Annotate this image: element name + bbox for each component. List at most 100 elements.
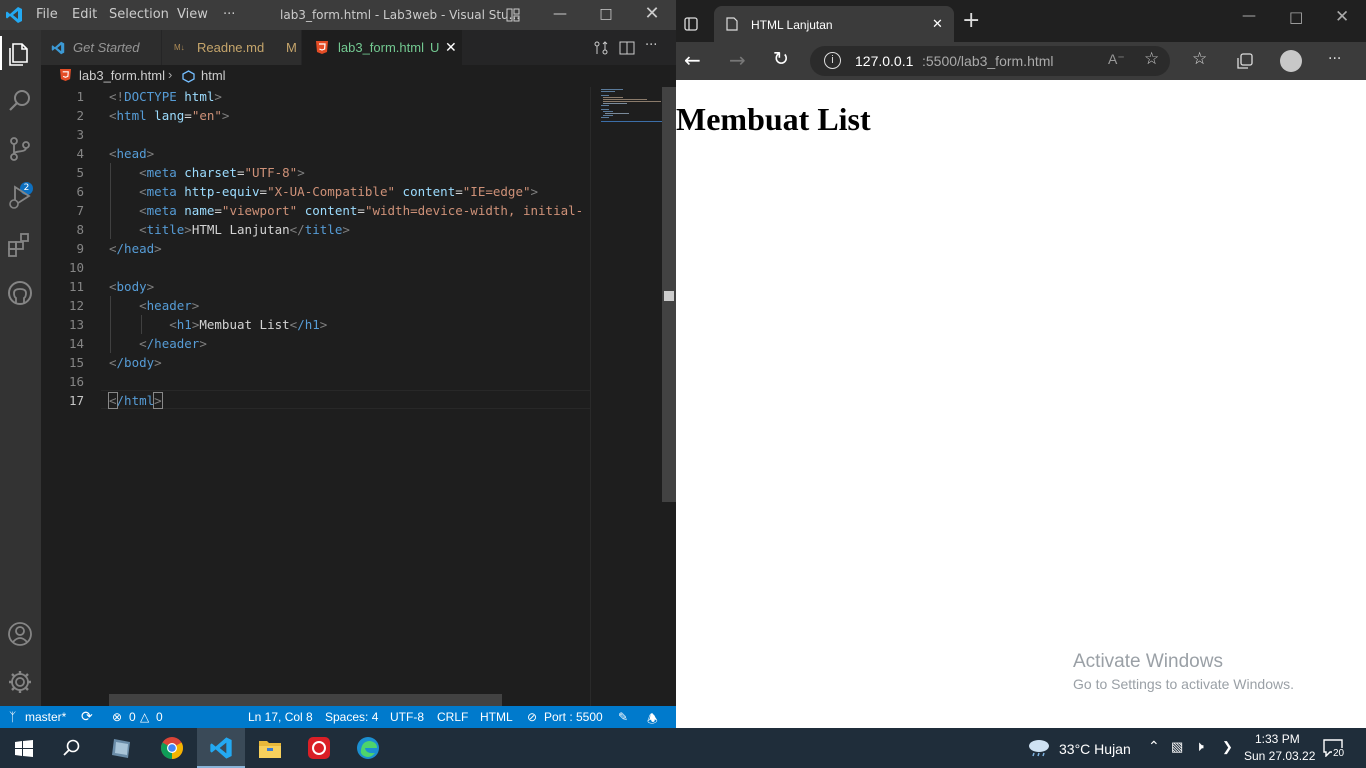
editor-tab-bar: Get Started M↓ Readne.md M lab3_form.htm…	[41, 30, 676, 65]
line-number: 1	[76, 89, 84, 104]
account-icon[interactable]	[5, 619, 35, 649]
run-debug-icon[interactable]	[5, 182, 35, 212]
status-encoding[interactable]: UTF-8	[390, 710, 424, 724]
hidden-icons-chevron-icon[interactable]: ⌃	[1148, 738, 1160, 755]
favorites-icon[interactable]: ☆	[1192, 49, 1207, 69]
weather-text[interactable]: 33°C Hujan	[1059, 741, 1131, 757]
code-token: meta	[146, 184, 177, 199]
tab-close-icon[interactable]: ✕	[445, 30, 457, 65]
tab-untracked-status: U	[430, 40, 440, 55]
code-token: "X-UA-Compatible"	[267, 184, 396, 199]
github-icon[interactable]	[5, 278, 35, 308]
layout-icon[interactable]	[506, 8, 520, 22]
site-info-icon[interactable]: i	[824, 52, 841, 69]
menu-file[interactable]: File	[36, 7, 58, 22]
wifi-icon[interactable]: ❯	[1222, 739, 1233, 755]
source-control-icon[interactable]	[5, 134, 35, 164]
horizontal-scrollbar[interactable]	[109, 694, 502, 706]
browser-minimize-button[interactable]: —	[1242, 8, 1256, 24]
read-aloud-icon[interactable]: A⁻	[1108, 51, 1125, 68]
warning-icon[interactable]: △	[140, 710, 149, 724]
clock-time[interactable]: 1:33 PM	[1255, 732, 1300, 746]
volume-icon[interactable]: 🕨	[1195, 738, 1204, 755]
sync-icon[interactable]: ⟳	[81, 708, 93, 725]
clock-date[interactable]: Sun 27.03.22	[1244, 749, 1315, 763]
page-heading: Membuat List	[676, 101, 871, 137]
code-token: DOCTYPE	[124, 89, 177, 104]
status-port[interactable]: Port : 5500	[544, 710, 603, 724]
code-token: html	[176, 89, 215, 104]
status-errors[interactable]: 0	[129, 710, 136, 724]
split-editor-icon[interactable]	[619, 40, 635, 56]
file-explorer-icon[interactable]	[258, 737, 282, 759]
back-button[interactable]: ←	[684, 48, 701, 72]
current-line-highlight	[101, 390, 590, 409]
profile-avatar[interactable]	[1280, 50, 1302, 72]
explorer-icon[interactable]	[5, 38, 35, 68]
tab-readme[interactable]: M↓ Readne.md M	[162, 30, 301, 65]
breadcrumb-file[interactable]: lab3_form.html	[79, 68, 165, 83]
minimap[interactable]	[590, 87, 663, 706]
line-number: 8	[76, 222, 84, 237]
tab-actions-icon[interactable]	[684, 17, 698, 31]
settings-more-icon[interactable]: ···	[1328, 51, 1341, 67]
network-icon[interactable]: ▧	[1171, 739, 1183, 755]
vscode-taskbar-button[interactable]	[197, 728, 245, 768]
code-token: "IE=edge"	[462, 184, 531, 199]
browser-maximize-button[interactable]: □	[1289, 8, 1303, 26]
code-line-17: </html>	[108, 392, 163, 409]
more-actions-icon[interactable]: ···	[645, 38, 657, 53]
collections-icon[interactable]	[1237, 53, 1253, 69]
browser-close-button[interactable]: ✕	[1335, 7, 1349, 27]
vertical-scrollbar[interactable]	[662, 87, 676, 706]
menu-edit[interactable]: Edit	[72, 7, 97, 22]
menu-more[interactable]: ···	[223, 7, 235, 22]
error-icon[interactable]: ⊗	[112, 710, 122, 724]
line-number: 15	[68, 355, 84, 370]
browser-tab[interactable]: HTML Lanjutan ✕	[714, 6, 954, 42]
tab-lab3-form[interactable]: lab3_form.html U ✕	[302, 30, 462, 65]
status-language[interactable]: HTML	[480, 710, 513, 724]
settings-gear-icon[interactable]	[5, 667, 35, 697]
extensions-icon[interactable]	[5, 230, 35, 260]
status-spaces[interactable]: Spaces: 4	[325, 710, 378, 724]
open-changes-icon[interactable]	[593, 40, 609, 56]
close-button[interactable]: ✕	[642, 3, 662, 24]
chrome-icon[interactable]	[160, 736, 184, 760]
branch-icon: ᛉ	[9, 710, 17, 724]
creative-cloud-icon[interactable]	[307, 736, 331, 760]
weather-rain-icon[interactable]	[1027, 738, 1051, 758]
breadcrumb-symbol[interactable]: html	[201, 68, 226, 83]
maximize-button[interactable]: □	[596, 6, 616, 22]
line-number: 6	[76, 184, 84, 199]
status-position[interactable]: Ln 17, Col 8	[248, 710, 313, 724]
add-favorite-icon[interactable]: ☆	[1144, 49, 1159, 69]
minimize-button[interactable]: —	[550, 6, 570, 22]
menu-selection[interactable]: Selection	[109, 7, 169, 22]
status-branch[interactable]: master*	[25, 710, 66, 724]
status-warnings[interactable]: 0	[156, 710, 163, 724]
code-token: charset	[184, 165, 237, 180]
browser-tab-close-icon[interactable]: ✕	[932, 16, 943, 32]
edge-browser-window: HTML Lanjutan ✕ + — □ ✕ ← → ↻ i 127.0.0.…	[676, 0, 1366, 728]
code-token: /head	[116, 241, 155, 256]
refresh-button[interactable]: ↻	[773, 48, 789, 70]
search-icon[interactable]	[5, 86, 35, 116]
html5-icon	[60, 69, 71, 81]
task-view-app-icon[interactable]	[110, 736, 134, 760]
status-eol[interactable]: CRLF	[437, 710, 468, 724]
new-tab-button[interactable]: +	[962, 10, 980, 32]
forward-button[interactable]: →	[729, 48, 746, 72]
search-icon[interactable]	[63, 739, 81, 757]
edge-icon[interactable]	[356, 736, 380, 760]
line-number: 16	[68, 374, 84, 389]
line-number: 4	[76, 146, 84, 161]
code-token: /body	[116, 355, 155, 370]
code-line-9: </head>	[109, 241, 162, 256]
menu-view[interactable]: View	[177, 7, 208, 22]
windows-start-icon[interactable]	[15, 740, 33, 757]
code-editor[interactable]: 1 2 3 4 5 6 7 8 9 10 11 12 13 14 15 16 1…	[41, 87, 590, 706]
tab-modified-status: M	[286, 40, 297, 55]
feedback-icon[interactable]: ✎	[618, 710, 628, 724]
tab-get-started[interactable]: Get Started	[41, 30, 161, 65]
